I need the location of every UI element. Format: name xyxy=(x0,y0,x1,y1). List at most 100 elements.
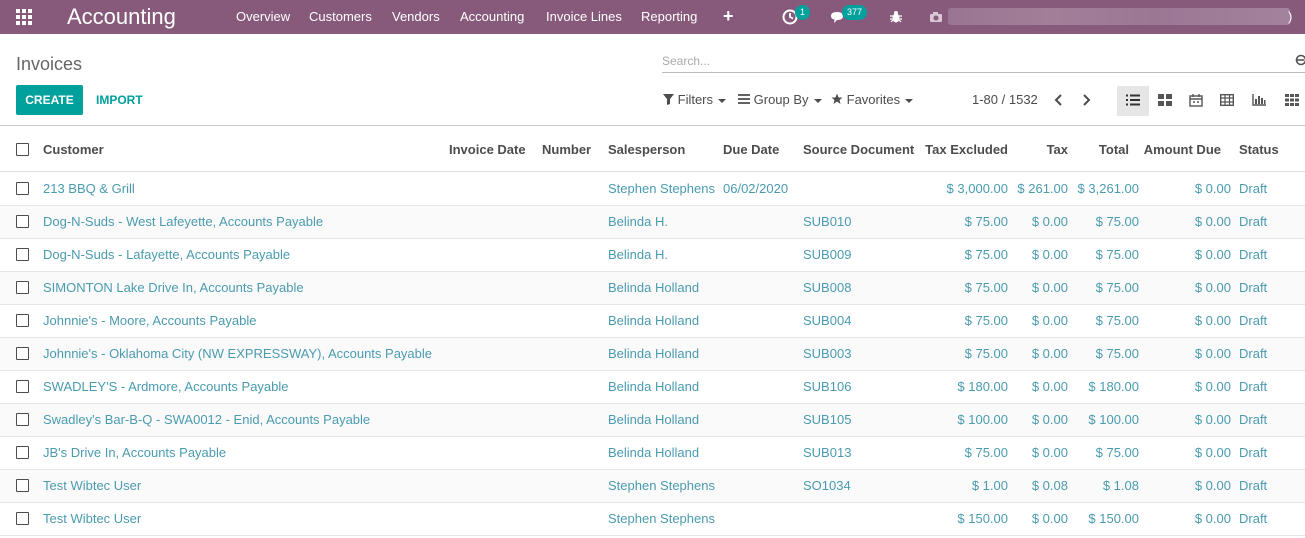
activity-view-icon[interactable] xyxy=(1276,86,1305,116)
table-row[interactable]: 213 BBQ & Grill Stephen Stephens 06/02/202… xyxy=(0,173,1305,206)
table-row[interactable]: Johnnie's - Oklahoma City (NW EXPRESSWAY… xyxy=(0,338,1305,371)
col-number[interactable]: Number xyxy=(542,127,591,172)
apps-menu-icon[interactable] xyxy=(16,9,34,25)
pivot-view-icon[interactable] xyxy=(1211,86,1243,116)
debug-bug-icon[interactable] xyxy=(888,0,904,34)
cell-salesperson: Belinda Holland xyxy=(608,379,700,394)
row-checkbox[interactable] xyxy=(16,248,29,261)
row-checkbox[interactable] xyxy=(16,314,29,327)
user-menu-blurred[interactable] xyxy=(948,8,1290,25)
calendar-view-icon[interactable] xyxy=(1180,86,1212,116)
table-row[interactable]: SIMONTON Lake Drive In, Accounts Payable… xyxy=(0,272,1305,305)
cell-total: $ 75.00 xyxy=(1095,313,1139,328)
cell-status: Draft xyxy=(1239,412,1268,427)
cell-salesperson: Belinda Holland xyxy=(608,346,700,361)
row-checkbox[interactable] xyxy=(16,182,29,195)
cell-tax: $ 0.00 xyxy=(1031,445,1068,460)
row-checkbox[interactable] xyxy=(16,512,29,525)
control-panel: Invoices CREATE IMPORT Filters Group By … xyxy=(0,34,1305,126)
cell-tax-excluded: $ 75.00 xyxy=(964,280,1008,295)
import-button[interactable]: IMPORT xyxy=(96,85,143,115)
cell-status: Draft xyxy=(1239,379,1268,394)
cell-total: $ 75.00 xyxy=(1095,346,1139,361)
cell-source-document: SUB004 xyxy=(803,313,852,328)
row-checkbox[interactable] xyxy=(16,347,29,360)
cell-status: Draft xyxy=(1239,313,1268,328)
cell-salesperson: Belinda Holland xyxy=(608,280,700,295)
create-button[interactable]: CREATE xyxy=(16,85,83,115)
cell-amount-due: $ 0.00 xyxy=(1194,346,1231,361)
menu-invoice-lines[interactable]: Invoice Lines xyxy=(546,0,622,34)
cell-tax-excluded: $ 75.00 xyxy=(964,313,1008,328)
list-view-icon[interactable] xyxy=(1117,86,1149,116)
cell-tax: $ 0.00 xyxy=(1031,313,1068,328)
col-tax[interactable]: Tax xyxy=(1020,127,1068,172)
menu-overview[interactable]: Overview xyxy=(236,0,290,34)
col-source-document[interactable]: Source Document xyxy=(803,127,914,172)
table-row[interactable]: Dog-N-Suds - Lafayette, Accounts Payable… xyxy=(0,239,1305,272)
table-row[interactable]: JB's Drive In, Accounts Payable Belinda H… xyxy=(0,437,1305,470)
table-header: Customer Invoice Date Number Salesperson… xyxy=(0,127,1305,172)
select-all-checkbox[interactable] xyxy=(16,143,29,156)
cell-due-date: 06/02/2020 xyxy=(723,181,789,196)
row-checkbox[interactable] xyxy=(16,380,29,393)
row-checkbox[interactable] xyxy=(16,281,29,294)
cell-total: $ 75.00 xyxy=(1095,445,1139,460)
table-row[interactable]: Test Wibtec User Stephen Stephens SO1034 $ … xyxy=(0,470,1305,503)
pager-value[interactable]: 1-80 / 1532 xyxy=(972,86,1038,114)
groupby-dropdown[interactable]: Group By xyxy=(738,86,822,114)
cell-total: $ 180.00 xyxy=(1088,379,1139,394)
table-row[interactable]: SWADLEY'S - Ardmore, Accounts Payable Bel… xyxy=(0,371,1305,404)
cell-tax-excluded: $ 1.00 xyxy=(971,478,1008,493)
kanban-view-icon[interactable] xyxy=(1149,86,1181,116)
cell-amount-due: $ 0.00 xyxy=(1194,280,1231,295)
col-invoice-date[interactable]: Invoice Date xyxy=(449,127,526,172)
cell-status: Draft xyxy=(1239,280,1268,295)
messages-chat-icon[interactable]: 377 xyxy=(828,0,874,34)
quick-create-plus-icon[interactable]: + xyxy=(723,0,734,34)
col-customer[interactable]: Customer xyxy=(43,127,104,172)
pager-next-icon[interactable] xyxy=(1076,89,1096,111)
table-row[interactable]: Test Wibtec User Stephen Stephens $ 150.00… xyxy=(0,503,1305,536)
search-input[interactable] xyxy=(662,51,1282,71)
col-status[interactable]: Status xyxy=(1239,127,1279,172)
menu-accounting[interactable]: Accounting xyxy=(460,0,524,34)
col-salesperson[interactable]: Salesperson xyxy=(608,127,685,172)
activity-clock-icon[interactable]: 1 xyxy=(780,0,811,34)
cell-amount-due: $ 0.00 xyxy=(1194,247,1231,262)
cell-customer: 213 BBQ & Grill xyxy=(43,181,135,196)
col-tax-excluded[interactable]: Tax Excluded xyxy=(920,127,1008,172)
favorites-label: Favorites xyxy=(846,92,901,107)
cell-customer: Dog-N-Suds - Lafayette, Accounts Payable xyxy=(43,247,291,262)
col-due-date[interactable]: Due Date xyxy=(723,127,779,172)
row-checkbox[interactable] xyxy=(16,479,29,492)
cell-total: $ 3,261.00 xyxy=(1077,181,1139,196)
cell-amount-due: $ 0.00 xyxy=(1194,313,1231,328)
company-camera-icon[interactable] xyxy=(928,0,944,34)
cell-source-document: SUB003 xyxy=(803,346,852,361)
table-row[interactable]: Swadley's Bar-B-Q - SWA0012 - Enid, Acco… xyxy=(0,404,1305,437)
pager-previous-icon[interactable] xyxy=(1049,89,1069,111)
breadcrumb: Invoices xyxy=(16,54,83,74)
table-row[interactable]: Dog-N-Suds - West Lafeyette, Accounts Pa… xyxy=(0,206,1305,239)
col-total[interactable]: Total xyxy=(1075,127,1129,172)
filters-dropdown[interactable]: Filters xyxy=(663,86,727,114)
graph-view-icon[interactable] xyxy=(1243,86,1275,116)
row-checkbox[interactable] xyxy=(16,215,29,228)
cell-tax-excluded: $ 180.00 xyxy=(957,379,1008,394)
row-checkbox[interactable] xyxy=(16,413,29,426)
table-row[interactable]: Johnnie's - Moore, Accounts Payable Belin… xyxy=(0,305,1305,338)
cell-tax: $ 0.08 xyxy=(1031,478,1068,493)
menu-vendors[interactable]: Vendors xyxy=(392,0,440,34)
cell-status: Draft xyxy=(1239,478,1268,493)
row-checkbox[interactable] xyxy=(16,446,29,459)
menu-reporting[interactable]: Reporting xyxy=(641,0,697,34)
app-title[interactable]: Accounting xyxy=(67,3,176,31)
cell-tax-excluded: $ 150.00 xyxy=(957,511,1008,526)
cell-salesperson: Belinda H. xyxy=(608,247,668,262)
user-menu-tail: ) xyxy=(1288,9,1293,24)
menu-customers[interactable]: Customers xyxy=(309,0,372,34)
search-options-icon[interactable] xyxy=(1295,54,1305,69)
col-amount-due[interactable]: Amount Due xyxy=(1140,127,1221,172)
favorites-dropdown[interactable]: Favorites xyxy=(831,86,914,114)
